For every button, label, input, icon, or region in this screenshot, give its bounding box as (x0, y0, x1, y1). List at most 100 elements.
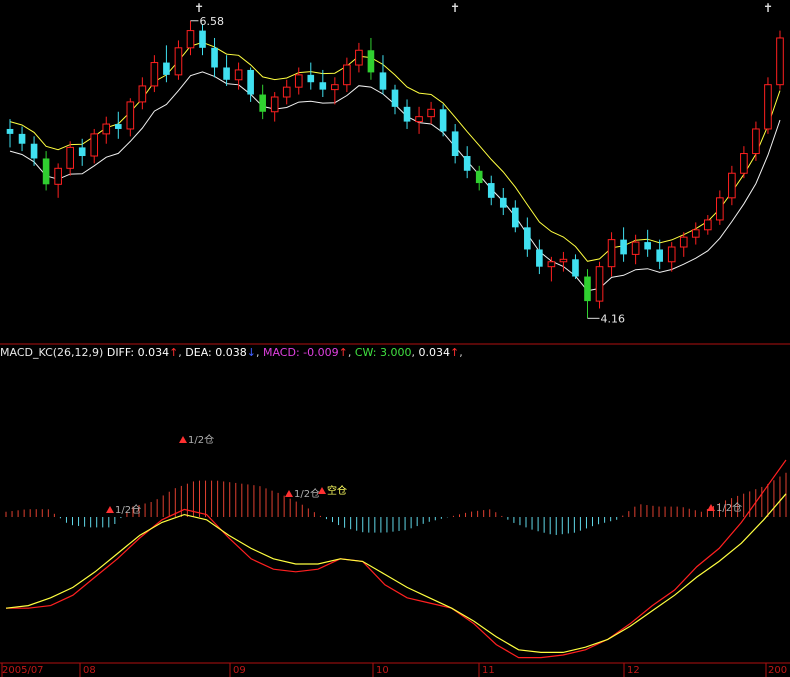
candle-body-down (307, 74, 315, 83)
candle-body-up (691, 229, 700, 238)
macd-arrow-up-icon: ↑ (338, 346, 348, 359)
candle-body-down (499, 197, 507, 208)
candle-body-up (703, 219, 712, 231)
candle-body-down (451, 131, 459, 157)
candle-body-up (150, 62, 159, 87)
candle-body-up (728, 172, 736, 199)
diff-arrow-up-icon: ↑ (169, 346, 179, 359)
extra-value: 0.034 (418, 346, 450, 359)
candle-body-down (211, 47, 218, 68)
candle-body-down (572, 259, 579, 277)
candle-body-down (620, 239, 627, 255)
candle-body-down (319, 82, 327, 90)
candle-body-up (427, 108, 435, 118)
date-label-3: 10 (376, 665, 389, 676)
signal-arrow-icon (285, 490, 293, 497)
candle-body-down (584, 276, 591, 302)
date-label-4: 11 (482, 665, 495, 676)
diff-value: 0.034 (137, 346, 170, 359)
candle-body-down (6, 128, 14, 134)
candle-body-down (379, 72, 387, 90)
dea-label: DEA: (185, 346, 212, 359)
signal-label: 1/2仓 (294, 487, 320, 500)
candle-body-down (656, 249, 663, 262)
crosshair-icon: ✝ (450, 1, 460, 15)
candle-body-up (138, 85, 147, 103)
candle-body-down (511, 207, 519, 228)
date-label-0: 2005/07 (2, 665, 44, 676)
signal-arrow-icon (318, 487, 326, 494)
dea-value: 0.038 (215, 346, 247, 359)
date-label-5: 12 (627, 665, 640, 676)
high-label: 6.58 (199, 15, 224, 28)
candle-body-down (247, 69, 254, 95)
candle-body-down (114, 124, 122, 129)
candle-body-up (764, 84, 772, 130)
price-panel: 6.58 4.16 ✝ ✝ ✝ (0, 1, 790, 345)
signal-arrow-icon (179, 436, 187, 443)
candle-body-up (186, 30, 195, 49)
candle-body-down (163, 62, 170, 75)
candle-body-up (631, 241, 640, 255)
signal-label: 1/2仓 (716, 501, 742, 514)
cw-label: CW: (354, 346, 377, 359)
crosshair-icon: ✝ (763, 1, 773, 15)
crosshair-icon: ✝ (194, 1, 204, 15)
candle-body-down (487, 183, 495, 198)
candle-body-up (607, 239, 616, 268)
candle-body-down (475, 170, 483, 184)
cw-value: 3.000 (379, 346, 412, 359)
diff-line (6, 459, 787, 659)
signal-label: 空仓 (327, 484, 347, 497)
candle-body-down (644, 242, 651, 250)
candle-body-up (234, 69, 243, 81)
candle-body-down (439, 109, 447, 132)
candle-body-up (679, 236, 688, 248)
candle-body-down (259, 94, 266, 112)
candle-body-up (126, 101, 135, 130)
candle-body-down (199, 30, 206, 48)
candle-body-up (716, 197, 724, 221)
candle-body-up (102, 123, 111, 135)
candle-body-up (740, 153, 748, 174)
diff-label: DIFF: (106, 346, 135, 359)
candle-body-down (403, 106, 411, 122)
candle-body-up (667, 246, 676, 263)
macd-value: -0.009 (303, 346, 339, 359)
candle-body-up (66, 146, 74, 169)
signal-arrow-icon (106, 506, 114, 513)
signal-label: 1/2仓 (188, 433, 214, 446)
date-label-6: 200 (768, 665, 788, 676)
candle-body-up (559, 258, 568, 263)
candle-body-up (547, 261, 556, 268)
candle-body-down (78, 147, 86, 157)
candle-body-up (90, 133, 99, 157)
candle-body-up (174, 47, 183, 76)
date-label-1: 08 (83, 665, 96, 676)
candle-body-up (282, 86, 291, 98)
signal-label: 1/2仓 (115, 503, 141, 516)
candle-body-down (524, 227, 531, 250)
candle-body-down (30, 143, 38, 159)
dea-line (5, 493, 787, 653)
candle-body-up (270, 96, 279, 113)
indicator-legend: MACD_KC(26,12,9) DIFF: 0.034↑, DEA: 0.03… (0, 346, 463, 359)
candle-body-down (223, 67, 230, 80)
candle-body-down (536, 249, 543, 267)
indicator-name: MACD_KC(26,12,9) (0, 346, 104, 359)
candle-body-up (343, 64, 351, 86)
macd-label: MACD: (262, 346, 300, 359)
candle-body-up (355, 49, 363, 66)
candle-body-up (752, 128, 760, 155)
candle-body-down (391, 89, 399, 107)
candle-body-up (54, 167, 62, 185)
band-upper-line (9, 41, 781, 262)
extra-arrow-up-icon: ↑ (449, 346, 460, 359)
candle-body-up (331, 84, 339, 91)
candle-body-down (18, 133, 26, 144)
date-label-2: 09 (233, 665, 246, 676)
candle-body-down (463, 156, 471, 171)
candle-body-up (415, 116, 423, 123)
candle-body-up (294, 74, 303, 88)
dea-arrow-down-icon: ↓ (246, 346, 256, 359)
